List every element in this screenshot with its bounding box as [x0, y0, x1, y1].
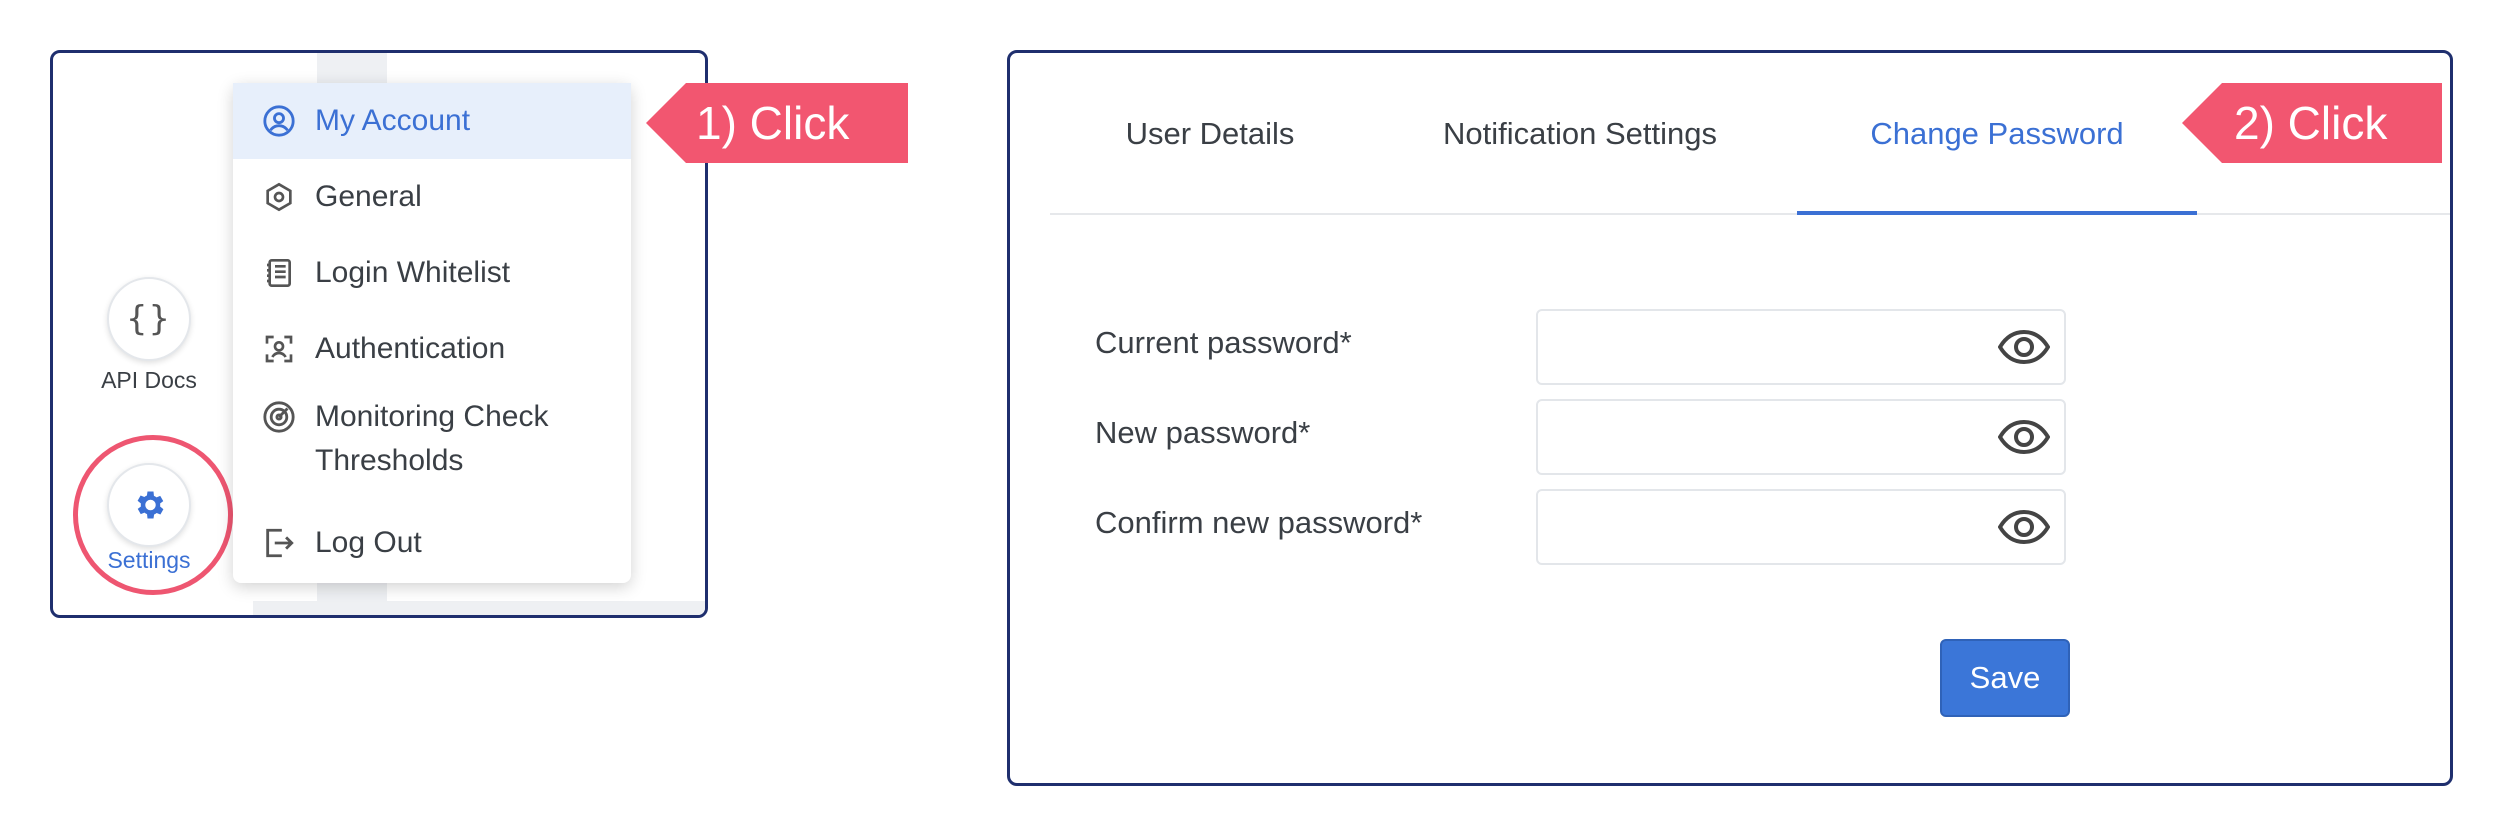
step-1-callout: 1) Click [646, 83, 908, 163]
menu-item-authentication[interactable]: Authentication [233, 311, 631, 387]
confirm-password-field [1536, 489, 2066, 565]
menu-item-login-whitelist[interactable]: Login Whitelist [233, 235, 631, 311]
step-2-callout: 2) Click [2182, 83, 2442, 163]
tab-label: Change Password [1870, 116, 2124, 151]
gear-icon [137, 491, 164, 519]
target-gauge-icon [261, 399, 297, 435]
settings-dropdown-menu: My Account General Login Whitelist Authe… [233, 83, 631, 583]
eye-icon[interactable] [1998, 419, 2050, 455]
new-password-label: New password* [1095, 415, 1311, 450]
tab-label: User Details [1125, 116, 1295, 151]
eye-icon[interactable] [1998, 509, 2050, 545]
logout-icon [261, 525, 297, 561]
confirm-password-label: Confirm new password* [1095, 505, 1423, 540]
hexagon-icon [261, 179, 297, 215]
eye-icon[interactable] [1998, 329, 2050, 365]
api-docs-label: API Docs [101, 367, 197, 393]
tab-user-details[interactable]: User Details [1050, 53, 1370, 215]
tab-change-password[interactable]: Change Password [1797, 53, 2197, 215]
new-password-input[interactable] [1538, 401, 1978, 473]
tab-divider [1050, 213, 2450, 215]
menu-item-monitoring-check-thresholds[interactable]: Monitoring Check Thresholds [233, 395, 631, 495]
user-circle-icon [261, 103, 297, 139]
confirm-password-input[interactable] [1538, 491, 1978, 563]
callout-text: 2) Click [2234, 97, 2388, 149]
new-password-field [1536, 399, 2066, 475]
menu-item-my-account[interactable]: My Account [233, 83, 631, 159]
background-stripe [253, 601, 705, 615]
notebook-list-icon [261, 255, 297, 291]
save-button[interactable]: Save [1940, 639, 2070, 717]
face-scan-icon [261, 331, 297, 367]
menu-item-label: My Account [315, 104, 471, 137]
menu-item-label: Authentication [315, 332, 506, 365]
menu-item-general[interactable]: General [233, 159, 631, 235]
tab-label: Notification Settings [1443, 116, 1717, 151]
tab-notification-settings[interactable]: Notification Settings [1370, 53, 1790, 215]
current-password-field [1536, 309, 2066, 385]
menu-item-label: Monitoring Check Thresholds [315, 400, 549, 477]
menu-item-log-out[interactable]: Log Out [233, 505, 631, 581]
current-password-label: Current password* [1095, 325, 1352, 360]
menu-item-label: General [315, 180, 422, 213]
callout-text: 1) Click [696, 97, 850, 149]
settings-label: Settings [107, 547, 191, 573]
api-docs-button[interactable]: {} [107, 277, 191, 361]
active-tab-indicator [1797, 211, 2197, 215]
settings-menu-panel: {} API Docs Settings My Account General [50, 50, 708, 618]
menu-item-label: Login Whitelist [315, 256, 511, 289]
menu-item-label: Log Out [315, 526, 422, 559]
settings-button[interactable] [107, 463, 191, 547]
curly-braces-icon: {} [126, 299, 172, 339]
current-password-input[interactable] [1538, 311, 1978, 383]
